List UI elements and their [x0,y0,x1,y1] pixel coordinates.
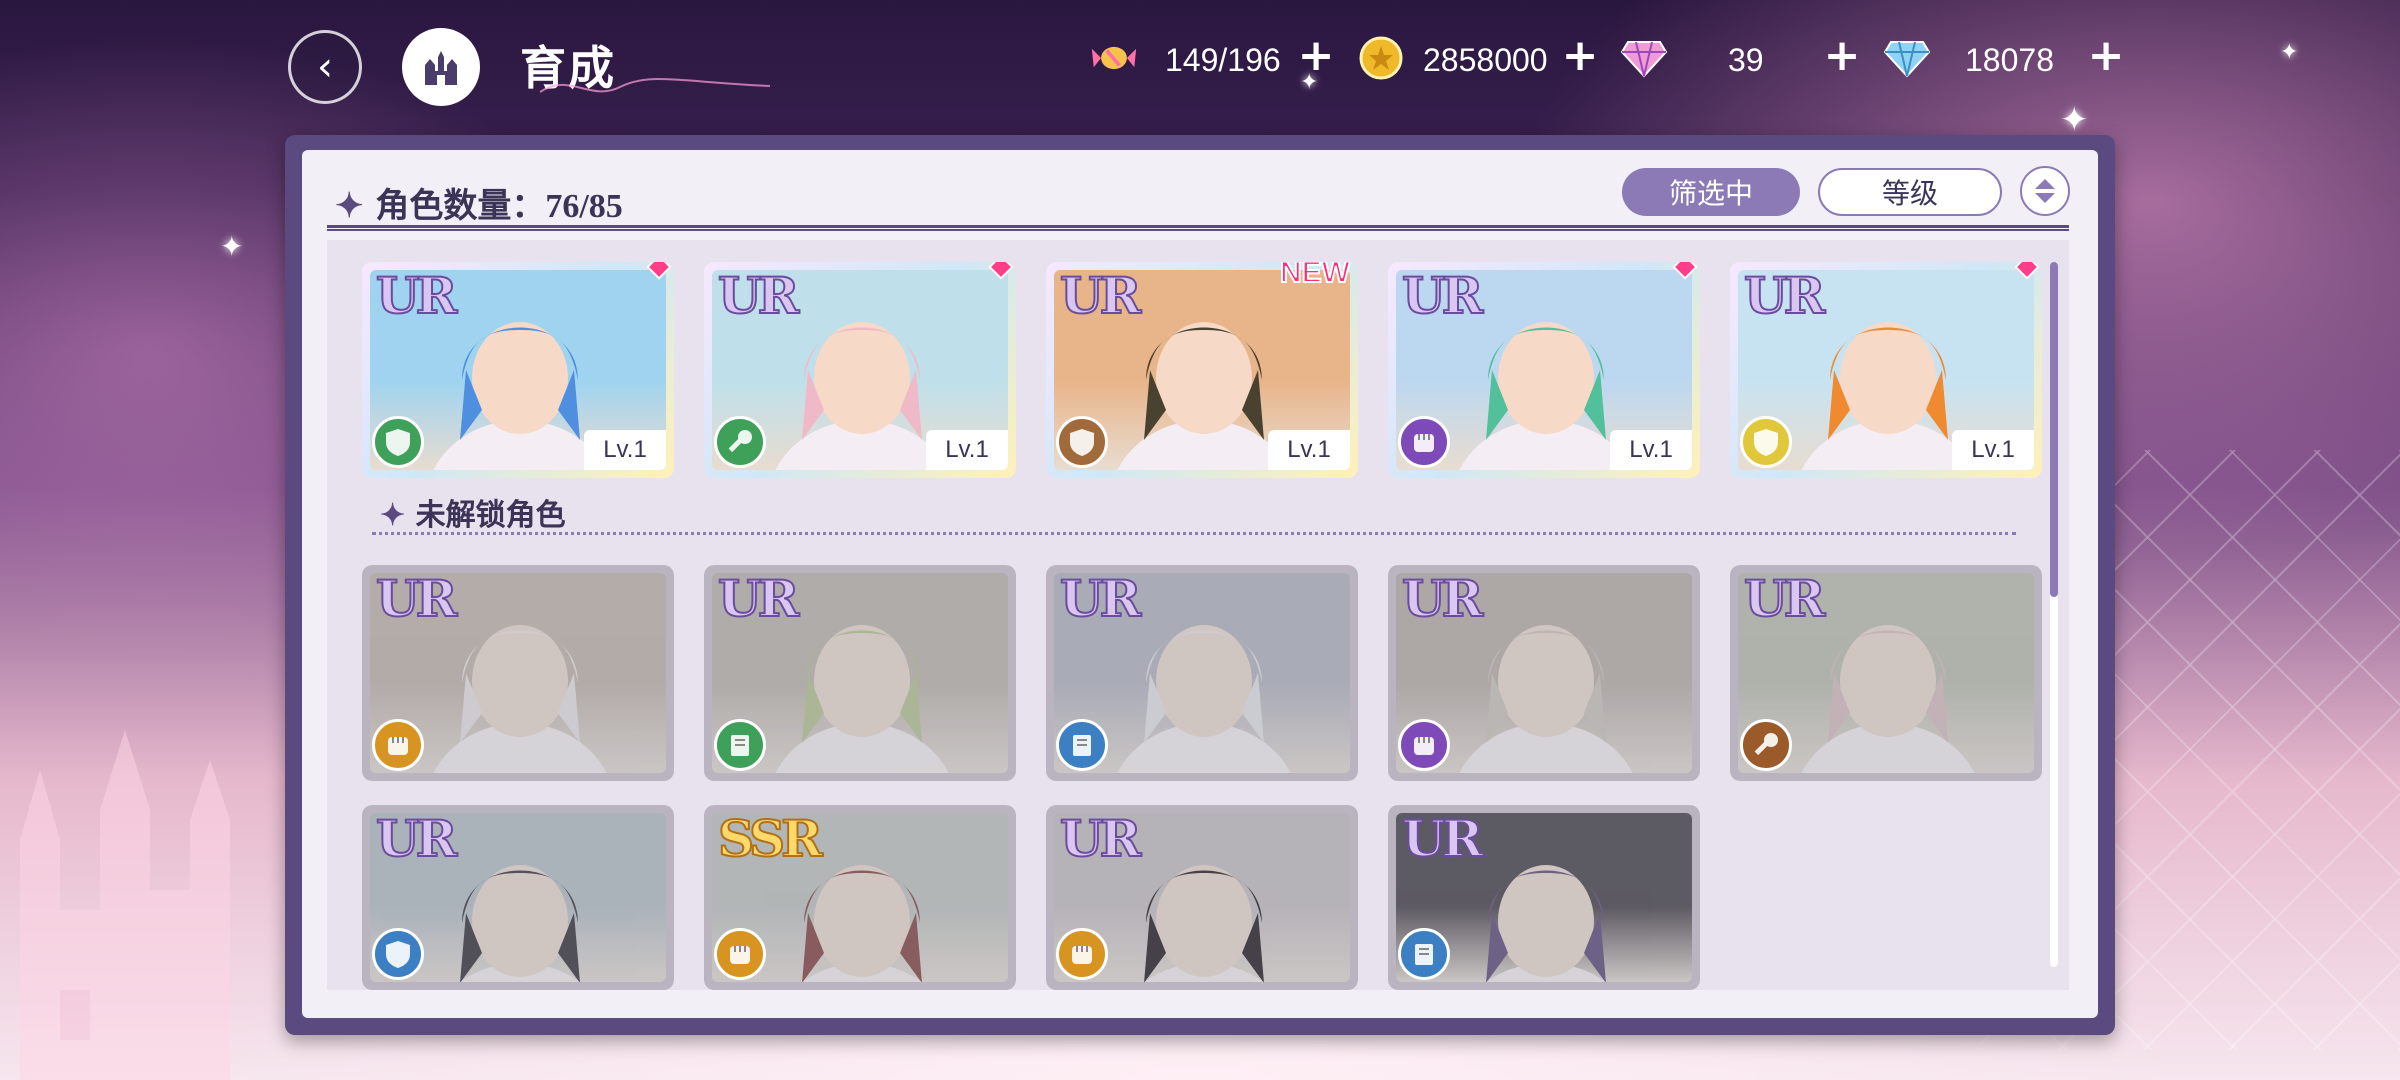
sparkle-icon: ✦ [335,186,364,226]
sparkle-icon: ✦ [380,498,406,533]
character-count: ✦ 角色数量：76/85 [335,178,623,227]
rarity-badge: UR [1401,568,1484,629]
free-diamond-icon [1883,34,1931,82]
character-card[interactable]: UR Lv.1 [1730,262,2042,478]
locked-character-card[interactable]: UR [704,565,1016,781]
rarity-badge: UR [717,568,800,629]
locked-character-card[interactable]: UR [1730,565,2042,781]
gold-coin-icon [1357,34,1405,82]
header-divider [327,225,2069,231]
filter-button[interactable]: 筛选中 [1622,168,1800,216]
rarity-badge: UR [717,265,800,326]
role-wand-icon [1740,719,1792,771]
paid-gems-value: 39 [1728,41,1764,78]
add-coins-button[interactable]: + [1560,34,1600,78]
role-shield-icon [372,928,424,980]
back-button[interactable]: ‹ [288,30,362,104]
rarity-badge: UR [375,808,458,869]
locked-character-card[interactable]: UR [1388,565,1700,781]
rarity-badge: UR [1059,568,1142,629]
locked-character-card[interactable]: UR [362,565,674,781]
section-divider [372,532,2016,535]
character-card[interactable]: UR Lv.1 [362,262,674,478]
level-label: Lv.1 [926,430,1008,470]
character-card[interactable]: UR Lv.1 [704,262,1016,478]
castle-silhouette [20,730,230,1080]
role-book-icon [1398,928,1450,980]
candy-icon [1090,34,1138,82]
role-fist-icon [1398,416,1450,468]
rarity-badge: UR [1059,265,1142,326]
level-label: Lv.1 [1952,430,2034,470]
character-card[interactable]: UR Lv.1 NEW [1046,262,1358,478]
role-fist-icon [1056,928,1108,980]
role-shield-icon [1740,416,1792,468]
locked-section-title: 未解锁角色 [415,498,566,533]
sort-order-icon [2035,179,2055,203]
paid-diamond-icon [1620,34,1668,82]
stamina-value: 149/196 [1165,41,1281,78]
role-shield-icon [372,416,424,468]
character-count-label: 角色数量： [375,186,546,226]
rarity-badge: UR [375,265,458,326]
role-fist-icon [372,719,424,771]
character-card[interactable]: UR Lv.1 [1388,262,1700,478]
rarity-badge: UR [1401,265,1484,326]
sparkle-icon: ✦ [2280,40,2299,65]
coins-value: 2858000 [1423,41,1548,78]
character-count-value: 76/85 [545,188,623,225]
home-button[interactable] [402,28,480,106]
sparkle-icon: ✦ [2060,100,2089,140]
locked-character-card[interactable]: SSR [704,805,1016,990]
role-book-icon [714,719,766,771]
role-fist-icon [714,928,766,980]
role-wand-icon [714,416,766,468]
rarity-badge: UR [1401,808,1484,869]
locked-character-card[interactable]: UR [1046,565,1358,781]
sort-button[interactable]: 等级 [1818,168,2002,216]
rarity-badge: SSR [717,808,824,869]
sort-order-toggle[interactable] [2020,166,2070,216]
rarity-badge: UR [1059,808,1142,869]
add-stamina-button[interactable]: + [1296,34,1336,78]
new-badge: NEW [1279,262,1351,290]
locked-character-card[interactable]: UR [1388,805,1700,990]
back-arrow-icon: ‹ [317,44,333,90]
rarity-badge: UR [1743,265,1826,326]
castle-home-icon [425,51,457,85]
add-free-gems-button[interactable]: + [2086,34,2126,78]
locked-section-label: ✦ 未解锁角色 [380,490,566,534]
role-shield-icon [1056,416,1108,468]
title-decoration [539,78,771,93]
rarity-badge: UR [1743,568,1826,629]
role-book-icon [1056,719,1108,771]
role-fist-icon [1398,719,1450,771]
locked-character-card[interactable]: UR [362,805,674,990]
level-label: Lv.1 [1610,430,1692,470]
add-paid-gems-button[interactable]: + [1822,34,1862,78]
locked-character-card[interactable]: UR [1046,805,1358,990]
free-gems-value: 18078 [1965,41,2054,78]
rarity-badge: UR [375,568,458,629]
scrollbar-thumb[interactable] [2050,262,2058,597]
level-label: Lv.1 [584,430,666,470]
level-label: Lv.1 [1268,430,1350,470]
sparkle-icon: ✦ [220,230,244,263]
